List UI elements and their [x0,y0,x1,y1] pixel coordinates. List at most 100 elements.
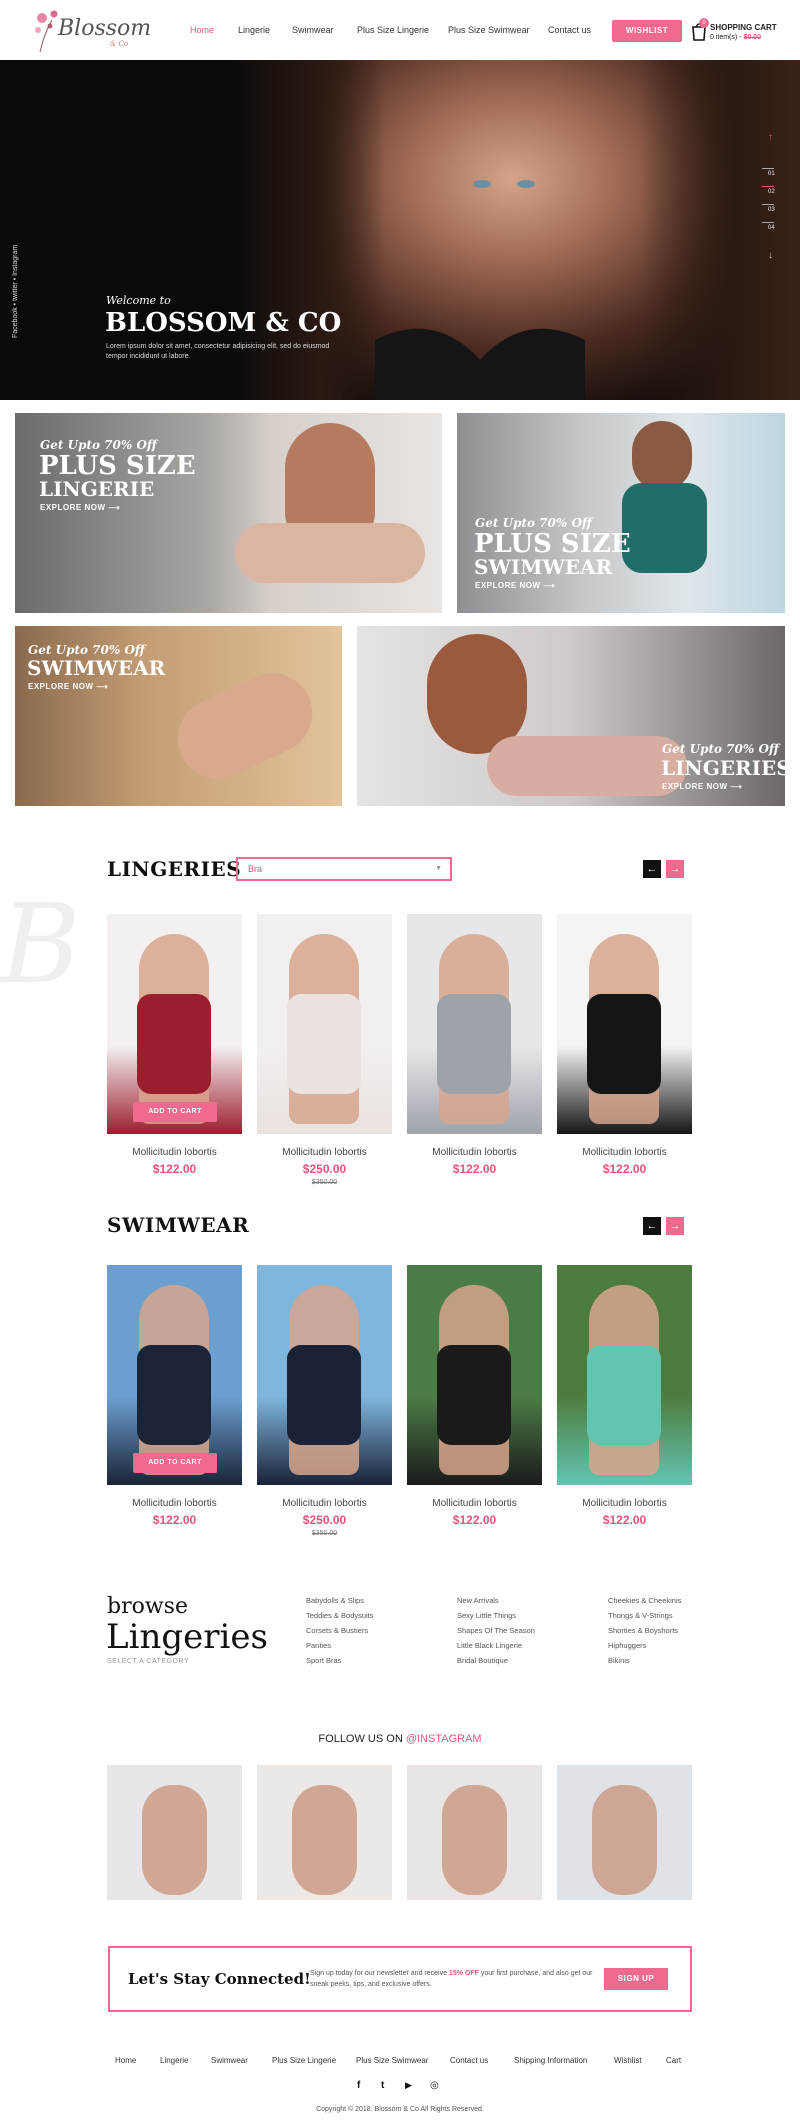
facebook-icon[interactable]: f [357,2080,360,2091]
product-image[interactable] [407,914,542,1134]
instagram-photo[interactable] [407,1765,542,1900]
add-to-cart-button[interactable]: ADD TO CART [133,1102,217,1122]
explore-now-link[interactable]: EXPLORE NOW ⟶ [475,581,555,590]
social-links-vertical[interactable]: Facebook • twitter • Instagram [12,178,19,338]
nav-swimwear[interactable]: Swimwear [292,25,334,35]
browse-category-link[interactable]: Cheekies & Cheekinis [608,1596,681,1605]
footer-link[interactable]: Shipping Information [514,2056,587,2065]
slide-line-active [762,186,774,187]
browse-category-link[interactable]: Bikinis [608,1656,630,1665]
slide-number-2[interactable]: 02 [768,189,775,195]
prev-arrow-button[interactable]: ← [643,1217,661,1235]
arrow-right-icon: ⟶ [96,682,109,691]
browse-category-link[interactable]: Sport Bras [306,1656,341,1665]
script-watermark: B [0,880,81,1008]
instagram-photo[interactable] [257,1765,392,1900]
footer-link[interactable]: Cart [666,2056,681,2065]
footer-link[interactable]: Wishlist [614,2056,642,2065]
product-name[interactable]: Mollicitudin lobortis [257,1498,392,1509]
signup-button[interactable]: SIGN UP [604,1968,668,1990]
slide-down-icon[interactable]: ↓ [768,250,773,261]
browse-category-link[interactable]: Corsets & Bustiers [306,1626,368,1635]
product-name[interactable]: Mollicitudin lobortis [407,1147,542,1158]
banner-lingeries[interactable]: Get Upto 70% Off LINGERIES EXPLORE NOW ⟶ [357,626,785,806]
product-outfit-shape [437,994,511,1094]
banner-plus-size-lingerie[interactable]: Get Upto 70% Off PLUS SIZE LINGERIE EXPL… [15,413,442,613]
product-image[interactable]: ADD TO CART [107,1265,242,1485]
browse-category-link[interactable]: Teddies & Bodysuits [306,1611,374,1620]
hero-face-detail [473,180,535,188]
product-image[interactable] [257,914,392,1134]
arrow-right-icon: → [669,863,681,875]
browse-category-link[interactable]: Shorties & Boyshorts [608,1626,678,1635]
banner-kicker: Get Upto 70% Off [40,438,157,452]
footer-link[interactable]: Contact us [450,2056,488,2065]
wishlist-button[interactable]: WISHLIST [612,20,682,42]
logo-text: Blossom [58,16,152,41]
slide-number-3[interactable]: 03 [768,207,775,213]
product-name[interactable]: Mollicitudin lobortis [107,1147,242,1158]
slide-up-icon[interactable]: ↑ [768,132,773,143]
explore-now-link[interactable]: EXPLORE NOW ⟶ [662,782,742,791]
footer-link[interactable]: Home [115,2056,136,2065]
browse-category-link[interactable]: Shapes Of The Season [457,1626,535,1635]
cart-title[interactable]: SHOPPING CART [710,23,777,32]
browse-category-link[interactable]: Little Black Lingerie [457,1641,522,1650]
banner-swimwear[interactable]: Get Upto 70% Off SWIMWEAR EXPLORE NOW ⟶ [15,626,342,806]
banner-kicker: Get Upto 70% Off [475,516,592,530]
banner-model-shape [164,660,326,792]
product-name[interactable]: Mollicitudin lobortis [557,1498,692,1509]
add-to-cart-button[interactable]: ADD TO CART [133,1453,217,1473]
browse-category-link[interactable]: Panties [306,1641,331,1650]
nav-plus-size-swimwear[interactable]: Plus Size Swimwear [448,25,530,35]
browse-category-link[interactable]: Bridal Boutique [457,1656,508,1665]
footer-link[interactable]: Lingerie [160,2056,188,2065]
product-image[interactable] [257,1265,392,1485]
prev-arrow-button[interactable]: ← [643,860,661,878]
next-arrow-button[interactable]: → [666,1217,684,1235]
logo-sub: & Co [110,40,129,48]
youtube-icon[interactable]: ▶ [405,2080,412,2091]
nav-lingerie[interactable]: Lingerie [238,25,270,35]
product-image[interactable] [557,1265,692,1485]
banner-title: PLUS SIZE [474,529,631,559]
slide-number-1[interactable]: 01 [768,171,775,177]
nav-home[interactable]: Home [190,25,214,35]
browse-category-link[interactable]: Thongs & V-Strings [608,1611,673,1620]
instagram-handle-link[interactable]: @INSTAGRAM [406,1733,482,1745]
banner-model-shape [622,483,707,573]
next-arrow-button[interactable]: → [666,860,684,878]
browse-category-link[interactable]: Hiphuggers [608,1641,646,1650]
product-name[interactable]: Mollicitudin lobortis [107,1498,242,1509]
nav-plus-size-lingerie[interactable]: Plus Size Lingerie [357,25,429,35]
product-name[interactable]: Mollicitudin lobortis [257,1147,392,1158]
product-image[interactable] [557,914,692,1134]
explore-now-link[interactable]: EXPLORE NOW ⟶ [28,682,108,691]
banner-plus-size-swimwear[interactable]: Get Upto 70% Off PLUS SIZE SWIMWEAR EXPL… [457,413,785,613]
footer-link[interactable]: Swimwear [211,2056,248,2065]
browse-category-link[interactable]: Sexy Little Things [457,1611,516,1620]
product-image[interactable] [407,1265,542,1485]
instagram-icon[interactable]: ◎ [430,2080,439,2091]
slide-line [762,222,774,223]
instagram-label: FOLLOW US ON [318,1733,406,1745]
browse-category-link[interactable]: New Arrivals [457,1596,499,1605]
slide-number-4[interactable]: 04 [768,225,775,231]
product-name[interactable]: Mollicitudin lobortis [557,1147,692,1158]
arrow-left-icon: ← [646,1220,658,1232]
product-price: $122.00 [602,1162,647,1176]
product-name[interactable]: Mollicitudin lobortis [407,1498,542,1509]
explore-now-link[interactable]: EXPLORE NOW ⟶ [40,503,120,512]
nav-contact-us[interactable]: Contact us [548,25,591,35]
footer-link[interactable]: Plus Size Swimwear [356,2056,428,2065]
instagram-photo[interactable] [557,1765,692,1900]
category-select[interactable]: Bra ▼ [236,857,452,881]
footer-link[interactable]: Plus Size Lingerie [272,2056,336,2065]
product-old-price: $350.00 [311,1530,338,1537]
hero-welcome: Welcome to [106,294,171,307]
browse-category-link[interactable]: Babydolls & Slips [306,1596,364,1605]
product-outfit-shape [137,1345,211,1445]
twitter-icon[interactable]: t [381,2080,384,2091]
product-image[interactable]: ADD TO CART [107,914,242,1134]
instagram-photo[interactable] [107,1765,242,1900]
